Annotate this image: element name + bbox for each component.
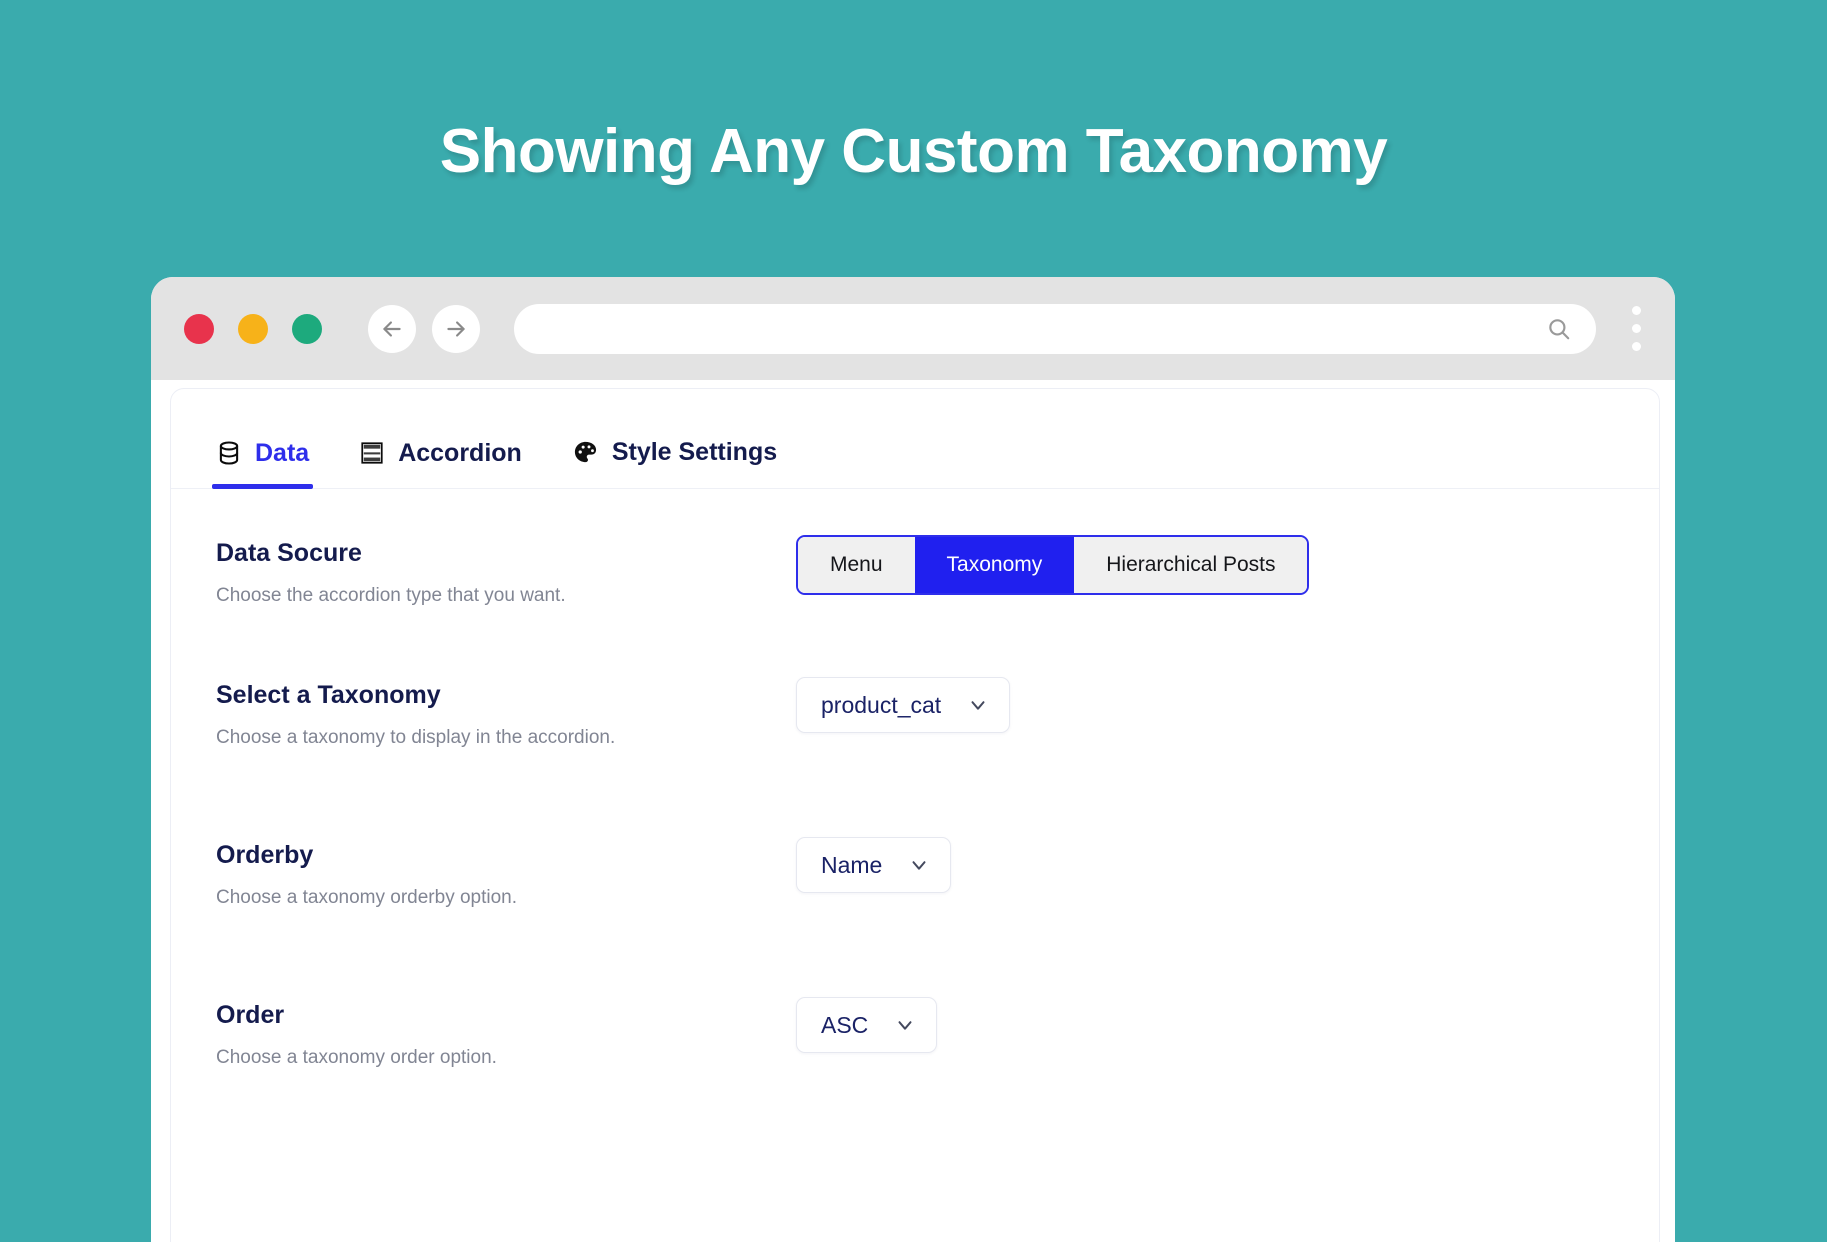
forward-button[interactable]: [432, 304, 480, 353]
kebab-dot: [1632, 306, 1641, 315]
setting-row-select-taxonomy: Select a Taxonomy Choose a taxonomy to d…: [171, 649, 1659, 809]
taxonomy-select-value: product_cat: [821, 691, 942, 718]
arrow-right-icon: [447, 320, 465, 337]
setting-title: Select a Taxonomy: [216, 681, 441, 709]
orderby-select[interactable]: Name: [796, 837, 952, 893]
segment-hierarchical-posts[interactable]: Hierarchical Posts: [1074, 537, 1308, 593]
tab-accordion[interactable]: Accordion: [359, 440, 522, 488]
address-bar[interactable]: [514, 303, 1596, 354]
kebab-dot: [1632, 324, 1641, 333]
tab-style-settings-label: Style Settings: [611, 438, 778, 466]
tab-accordion-label: Accordion: [398, 438, 522, 467]
kebab-dot: [1632, 342, 1641, 351]
tab-data[interactable]: Data: [211, 438, 314, 489]
setting-description: Choose a taxonomy orderby option.: [216, 887, 518, 908]
setting-description: Choose the accordion type that you want.: [216, 585, 566, 606]
browser-window: Data Accordion Style Settings Data Socur…: [151, 277, 1675, 1242]
arrow-left-icon: [383, 320, 401, 337]
setting-label-group: Order Choose a taxonomy order option.: [216, 997, 796, 1069]
setting-control-group: Name: [796, 837, 1614, 893]
minimize-window-button[interactable]: [238, 313, 268, 344]
close-window-button[interactable]: [184, 313, 214, 344]
setting-control-group: ASC: [796, 997, 1614, 1053]
search-icon: [1549, 318, 1570, 339]
tab-bar: Data Accordion Style Settings: [171, 389, 1659, 489]
setting-label-group: Select a Taxonomy Choose a taxonomy to d…: [216, 677, 796, 749]
traffic-light-group: [184, 313, 322, 344]
setting-title: Order: [216, 1001, 285, 1029]
setting-control-group: product_cat: [796, 677, 1614, 733]
tab-data-label: Data: [255, 438, 310, 467]
browser-menu-button[interactable]: [1626, 302, 1647, 355]
segment-taxonomy[interactable]: Taxonomy: [914, 537, 1075, 593]
setting-row-orderby: Orderby Choose a taxonomy orderby option…: [171, 809, 1659, 969]
tab-style-settings[interactable]: Style Settings: [572, 439, 777, 488]
settings-list: Data Socure Choose the accordion type th…: [171, 489, 1659, 1129]
setting-description: Choose a taxonomy order option.: [216, 1047, 497, 1068]
setting-row-order: Order Choose a taxonomy order option. AS…: [171, 969, 1659, 1129]
maximize-window-button[interactable]: [292, 313, 322, 344]
chevron-down-icon: [967, 694, 989, 716]
order-select[interactable]: ASC: [796, 997, 938, 1053]
setting-control-group: Menu Taxonomy Hierarchical Posts: [796, 535, 1614, 595]
settings-panel: Data Accordion Style Settings Data Socur…: [170, 388, 1660, 1242]
setting-title: Data Socure: [216, 539, 362, 567]
chevron-down-icon: [894, 1014, 916, 1036]
back-button[interactable]: [368, 304, 416, 353]
segment-menu[interactable]: Menu: [798, 537, 915, 593]
browser-chrome: [151, 277, 1675, 380]
chevron-down-icon: [908, 854, 930, 876]
data-source-segmented-control: Menu Taxonomy Hierarchical Posts: [796, 535, 1310, 595]
setting-description: Choose a taxonomy to display in the acco…: [216, 727, 616, 748]
setting-title: Orderby: [216, 841, 314, 869]
database-icon: [216, 440, 242, 466]
palette-icon: [572, 439, 599, 466]
orderby-select-value: Name: [821, 851, 883, 878]
setting-row-data-source: Data Socure Choose the accordion type th…: [171, 489, 1659, 649]
accordion-rows-icon: [359, 440, 385, 466]
setting-label-group: Data Socure Choose the accordion type th…: [216, 535, 796, 607]
page-title: Showing Any Custom Taxonomy: [439, 117, 1388, 186]
navigation-buttons: [368, 304, 480, 353]
setting-label-group: Orderby Choose a taxonomy orderby option…: [216, 837, 796, 909]
taxonomy-select[interactable]: product_cat: [796, 677, 1011, 733]
order-select-value: ASC: [821, 1011, 869, 1038]
